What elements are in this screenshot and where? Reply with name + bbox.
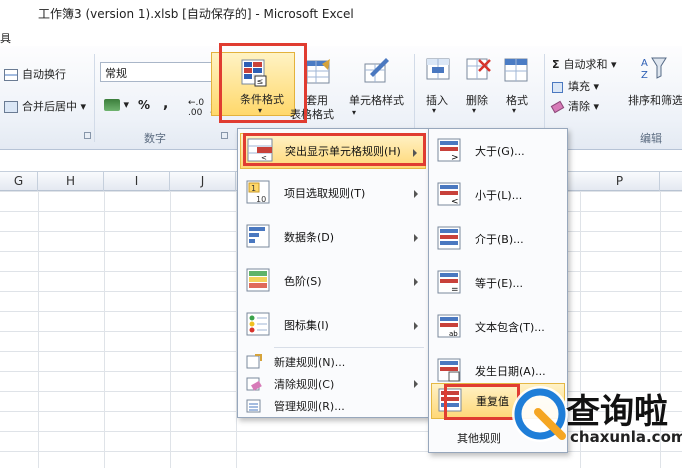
submenu-item-between[interactable]: 介于(B)... — [431, 221, 565, 257]
insert-button[interactable]: 插入 — [426, 92, 448, 108]
text-contains-icon: ab — [437, 314, 465, 340]
title-bar: 工作簿3 (version 1).xlsb [自动保存的] - Microsof… — [0, 0, 682, 26]
number-format-select[interactable]: 常规 — [100, 62, 228, 82]
eraser-icon — [550, 100, 565, 114]
cell-styles-icon — [362, 56, 390, 86]
duplicate-values-icon — [438, 388, 466, 414]
svg-text:≤: ≤ — [257, 77, 264, 86]
menu-item-manage-rules[interactable]: 管理规则(R)... — [240, 395, 426, 417]
menu-item-data-bars[interactable]: 数据条(D) — [240, 219, 426, 255]
chevron-right-icon — [414, 278, 418, 286]
increase-decimal-icon: ←.0.00 — [188, 98, 205, 118]
conditional-formatting-icon: ≤ — [240, 58, 268, 88]
between-icon — [437, 226, 465, 252]
chevron-right-icon — [413, 149, 417, 157]
less-than-icon: < — [437, 182, 465, 208]
fill-button[interactable]: 填充 ▾ — [552, 78, 599, 94]
menu-item-top-bottom-rules[interactable]: 1 10 项目选取规则(T) — [240, 175, 426, 211]
column-header-i[interactable]: I — [104, 172, 170, 191]
chevron-down-icon: ▾ — [258, 106, 263, 115]
clear-button[interactable]: 清除 ▾ — [550, 98, 599, 114]
insert-icon — [424, 56, 452, 86]
submenu-item-equal-to[interactable]: = 等于(E)... — [431, 265, 565, 301]
icon-sets-icon — [246, 312, 274, 338]
ribbon-tab-stub[interactable]: 具 — [0, 30, 11, 46]
conditional-formatting-label: 条件格式 — [240, 93, 284, 106]
format-button[interactable]: 格式 — [506, 92, 528, 108]
column-header-h[interactable]: H — [38, 172, 104, 191]
merge-center-icon — [4, 101, 18, 113]
delete-icon — [464, 56, 492, 86]
svg-text:1: 1 — [251, 184, 256, 193]
merge-center-button[interactable]: 合并后居中 ▾ — [4, 98, 86, 114]
menu-separator — [274, 347, 424, 348]
submenu-item-text-contains[interactable]: ab 文本包含(T)... — [431, 309, 565, 345]
svg-text:>: > — [451, 153, 459, 163]
manage-rules-icon — [246, 398, 262, 414]
highlight-cells-icon: < — [247, 138, 275, 164]
menu-item-clear-rules[interactable]: 清除规则(C) — [240, 373, 426, 395]
sigma-icon: Σ — [552, 58, 560, 71]
chevron-right-icon — [414, 322, 418, 330]
color-scales-icon — [246, 268, 274, 294]
column-header-g[interactable]: G — [0, 172, 38, 191]
menu-item-highlight-cells-rules[interactable]: < 突出显示单元格规则(H) — [240, 133, 426, 169]
delete-button[interactable]: 删除 — [466, 92, 488, 108]
date-occurring-icon — [437, 358, 465, 384]
top-bottom-icon: 1 10 — [246, 180, 274, 206]
alignment-launcher-icon[interactable] — [84, 132, 91, 139]
column-header-p[interactable]: P — [580, 172, 660, 191]
watermark-brand: 查询啦 — [566, 392, 668, 432]
chevron-right-icon — [414, 234, 418, 242]
number-group-label: 数字 — [144, 132, 166, 145]
format-as-table-icon — [304, 58, 332, 88]
cell-styles-button[interactable]: 单元格样式 — [349, 92, 404, 108]
fill-down-icon — [552, 81, 563, 93]
greater-than-icon: > — [437, 138, 465, 164]
submenu-item-less-than[interactable]: < 小于(L)... — [431, 177, 565, 213]
chevron-right-icon — [414, 190, 418, 198]
watermark: 查询啦 chaxunla.com — [500, 378, 682, 468]
increase-decimal-button[interactable]: ←.0.00 — [188, 98, 204, 118]
autosum-button[interactable]: Σ 自动求和 ▾ — [552, 56, 617, 72]
accounting-format-button[interactable]: ▾ — [104, 98, 129, 111]
svg-text:A: A — [641, 58, 648, 69]
wrap-text-button[interactable]: 自动换行 — [4, 66, 66, 82]
chevron-down-icon: ▾ — [352, 108, 357, 117]
svg-text:Z: Z — [641, 70, 648, 81]
conditional-formatting-menu: < 突出显示单元格规则(H) 1 10 项目选取规则(T) 数据条(D) 色阶(S… — [237, 128, 429, 418]
data-bars-icon — [246, 224, 274, 250]
submenu-item-greater-than[interactable]: > 大于(G)... — [431, 133, 565, 169]
edit-group-label: 编辑 — [640, 132, 662, 145]
format-as-table-button[interactable]: 表格格式 — [290, 106, 334, 122]
sort-filter-icon: AZ — [640, 54, 668, 84]
currency-icon — [104, 99, 120, 111]
svg-text:10: 10 — [256, 195, 266, 204]
menu-item-color-scales[interactable]: 色阶(S) — [240, 263, 426, 299]
sort-filter-button[interactable]: 排序和筛选 — [628, 92, 682, 108]
clear-rules-icon — [246, 376, 262, 392]
format-icon — [502, 56, 530, 86]
svg-text:<: < — [261, 154, 267, 162]
chevron-right-icon — [414, 380, 418, 388]
number-launcher-icon[interactable] — [221, 132, 228, 139]
percent-button[interactable]: % — [138, 98, 150, 112]
column-header-j[interactable]: J — [170, 172, 236, 191]
svg-text:<: < — [451, 197, 459, 207]
comma-button[interactable]: , — [163, 96, 168, 112]
new-rule-icon — [246, 354, 262, 370]
menu-item-new-rule[interactable]: 新建规则(N)... — [240, 351, 426, 373]
wrap-text-icon — [4, 69, 18, 81]
svg-text:ab: ab — [449, 330, 458, 338]
chevron-down-icon: ▾ — [512, 106, 517, 115]
chevron-down-icon: ▾ — [432, 106, 437, 115]
chevron-down-icon: ▾ — [472, 106, 477, 115]
equal-to-icon: = — [437, 270, 465, 296]
window-title: 工作簿3 (version 1).xlsb [自动保存的] - Microsof… — [38, 7, 354, 21]
svg-text:=: = — [451, 285, 459, 295]
menu-item-icon-sets[interactable]: 图标集(I) — [240, 307, 426, 343]
watermark-url: chaxunla.com — [570, 428, 682, 446]
